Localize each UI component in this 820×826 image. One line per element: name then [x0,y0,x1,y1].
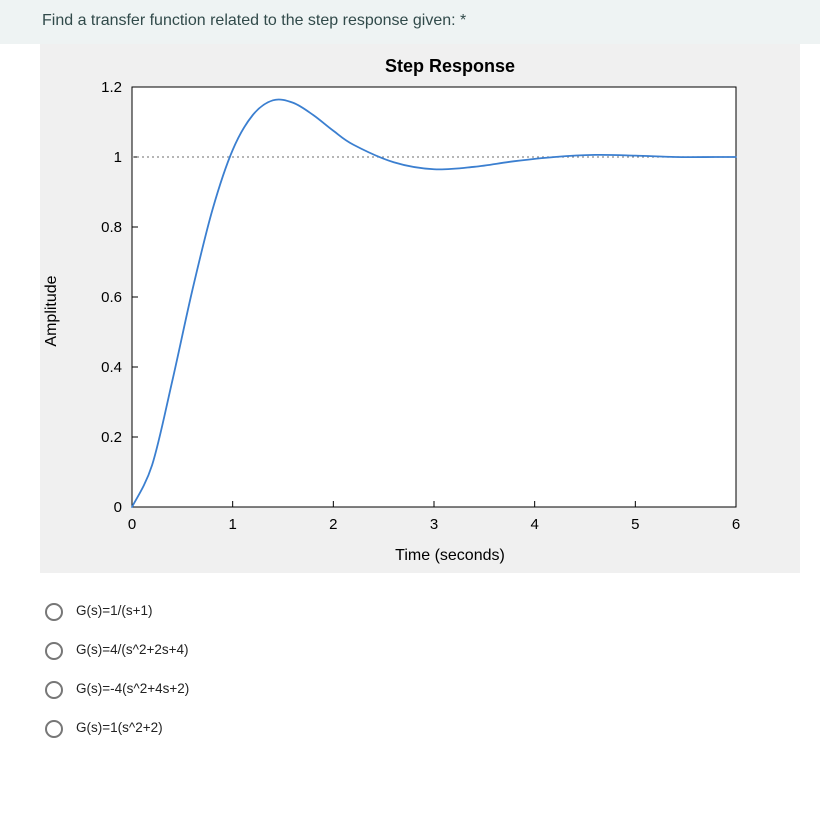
y-tick-label: 1 [114,149,122,166]
y-tick-label: 0.8 [101,219,122,236]
y-tick-label: 1.2 [101,81,122,96]
y-tick-label: 0.4 [101,359,122,376]
option-row[interactable]: G(s)=-4(s^2+4s+2) [40,669,820,708]
option-radio-1[interactable] [45,603,63,621]
x-tick-label: 3 [430,516,438,533]
option-label: G(s)=1(s^2+2) [76,720,163,735]
x-axis-label: Time (seconds) [70,547,820,565]
question-text: Find a transfer function related to the … [0,0,820,44]
option-radio-2[interactable] [45,642,63,660]
option-radio-4[interactable] [45,720,63,738]
page-root: Find a transfer function related to the … [0,0,820,826]
chart-area: Step Response Amplitude 00.20.40.60.811.… [40,44,800,573]
option-radio-3[interactable] [45,681,63,699]
y-tick-label: 0 [114,499,122,516]
plot-background [132,87,736,507]
x-tick-label: 4 [530,516,538,533]
plot-wrap: Amplitude 00.20.40.60.811.20123456 [70,81,750,541]
x-tick-label: 6 [732,516,740,533]
chart-svg: 0 0.2 0.4 0.6 0.8 1 1.2 0 1 2 3 4 5 6 [70,81,750,541]
y-axis-label: Amplitude [43,275,61,346]
x-tick-label: 0 [128,516,136,533]
option-label: G(s)=-4(s^2+4s+2) [76,681,189,696]
x-tick-label: 5 [631,516,639,533]
chart-title: Step Response [70,56,820,77]
option-row[interactable]: G(s)=1/(s+1) [40,591,820,630]
option-label: G(s)=1/(s+1) [76,603,153,618]
option-row[interactable]: G(s)=4/(s^2+2s+4) [40,630,820,669]
option-row[interactable]: G(s)=1(s^2+2) [40,708,820,747]
y-tick-label: 0.6 [101,289,122,306]
x-tick-label: 2 [329,516,337,533]
answer-options: G(s)=1/(s+1) G(s)=4/(s^2+2s+4) G(s)=-4(s… [0,573,820,747]
option-label: G(s)=4/(s^2+2s+4) [76,642,189,657]
x-tick-label: 1 [228,516,236,533]
y-tick-label: 0.2 [101,429,122,446]
